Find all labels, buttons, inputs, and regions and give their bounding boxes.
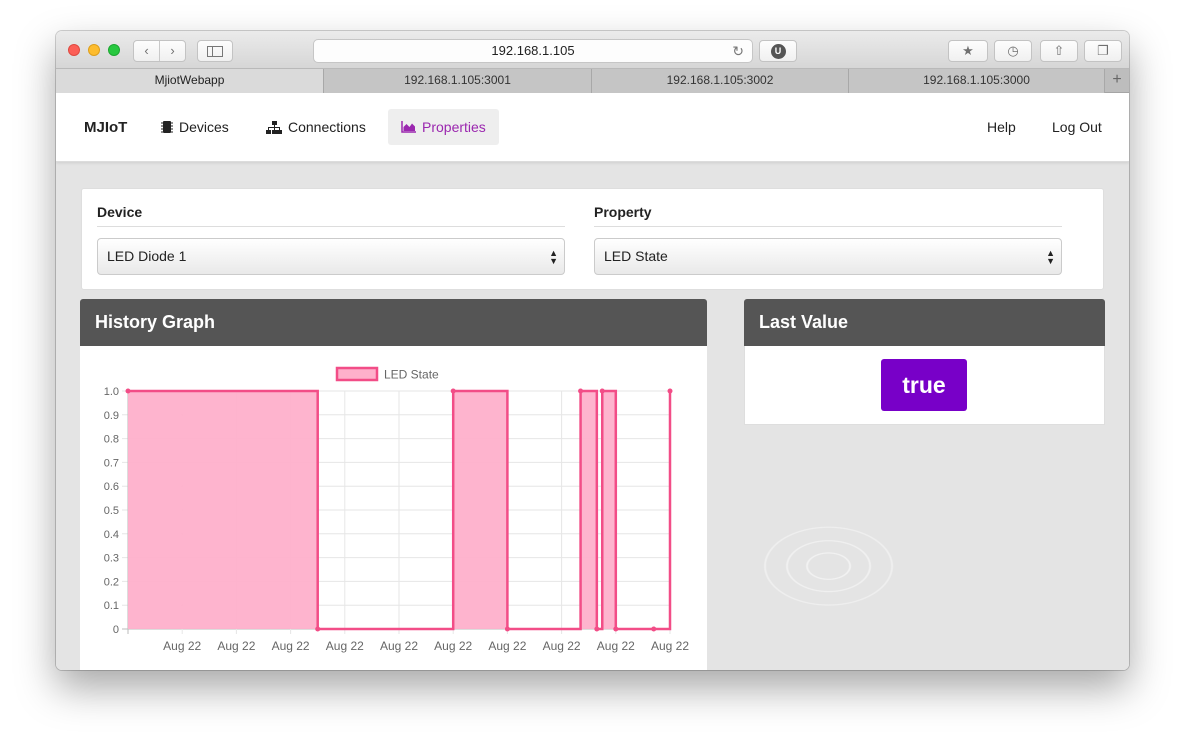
clock-icon: ◷ <box>1007 43 1019 58</box>
browser-tab[interactable]: 192.168.1.105:3001 <box>324 69 592 93</box>
legend-swatch <box>335 366 379 382</box>
y-tick-label: 0.6 <box>104 481 119 493</box>
close-window-button[interactable] <box>68 44 80 56</box>
forward-icon[interactable]: › <box>159 41 185 61</box>
x-tick-label: Aug 22 <box>488 639 526 653</box>
y-tick-label: 0.2 <box>104 576 119 588</box>
zoom-window-button[interactable] <box>108 44 120 56</box>
address-bar[interactable]: 192.168.1.105 ↻ <box>313 39 753 63</box>
device-select[interactable]: LED Diode 1 ▲ ▼ <box>97 238 565 275</box>
x-tick-label: Aug 22 <box>217 639 255 653</box>
nav-devices-label: Devices <box>179 119 229 135</box>
nav-connections[interactable]: Connections <box>253 109 379 145</box>
property-select-value: LED State <box>604 248 668 264</box>
y-tick-label: 0 <box>113 624 119 636</box>
reload-icon[interactable]: ↻ <box>732 40 744 62</box>
data-point <box>613 626 619 632</box>
tabs-icon: ❐ <box>1097 43 1109 58</box>
nav-devices[interactable]: Devices <box>148 109 242 145</box>
data-point <box>594 626 600 632</box>
browser-tab-bar: MjiotWebapp 192.168.1.105:3001 192.168.1… <box>56 69 1129 93</box>
y-tick-label: 0.7 <box>104 457 119 469</box>
data-point <box>578 388 584 394</box>
x-tick-label: Aug 22 <box>434 639 472 653</box>
star-icon: ★ <box>962 43 974 58</box>
brand-logo[interactable]: MJIoT <box>84 119 127 136</box>
property-select[interactable]: LED State ▲ ▼ <box>594 238 1062 275</box>
x-tick-label: Aug 22 <box>163 639 201 653</box>
y-tick-label: 0.3 <box>104 553 119 565</box>
device-select-value: LED Diode 1 <box>107 248 187 264</box>
x-tick-label: Aug 22 <box>543 639 581 653</box>
address-text: 192.168.1.105 <box>491 43 575 58</box>
browser-tab[interactable]: 192.168.1.105:3000 <box>849 69 1105 93</box>
app-navbar: MJIoT Devices Connections Properties Hel… <box>56 93 1129 162</box>
x-tick-label: Aug 22 <box>651 639 689 653</box>
new-tab-icon[interactable]: + <box>1105 69 1129 92</box>
sidebar-icon <box>207 45 223 57</box>
history-graph-header: History Graph <box>80 299 707 346</box>
x-tick-label: Aug 22 <box>272 639 310 653</box>
last-value-header: Last Value <box>744 299 1105 346</box>
data-point <box>315 626 321 632</box>
browser-window: ‹ › 192.168.1.105 ↻ U ★ ◷ ⇧ ❐ MjiotWebap… <box>56 31 1129 670</box>
y-tick-label: 0.9 <box>104 410 119 422</box>
y-tick-label: 0.8 <box>104 434 119 446</box>
nav-logout[interactable]: Log Out <box>1039 109 1115 145</box>
x-tick-label: Aug 22 <box>326 639 364 653</box>
x-tick-label: Aug 22 <box>380 639 418 653</box>
data-point <box>651 626 657 632</box>
extension-button[interactable]: U <box>759 40 797 62</box>
nav-help[interactable]: Help <box>974 109 1029 145</box>
area-chart-icon <box>401 121 416 133</box>
legend-label: LED State <box>384 368 439 382</box>
x-tick-label: Aug 22 <box>597 639 635 653</box>
history-chart: 1.0 0.9 0.8 0.7 0.6 0.5 0.4 0.3 0.2 0.1 0 Aug 22 Aug… <box>104 366 689 653</box>
chip-icon <box>161 120 173 134</box>
y-tick-label: 0.5 <box>104 505 119 517</box>
bookmark-button[interactable]: ★ <box>948 40 988 62</box>
y-tick-label: 0.4 <box>104 529 119 541</box>
last-value-badge: true <box>881 359 967 411</box>
data-point <box>667 388 673 394</box>
history-graph-body: 1.0 0.9 0.8 0.7 0.6 0.5 0.4 0.3 0.2 0.1 0 Aug 22 Aug… <box>80 346 707 670</box>
selector-card: Device LED Diode 1 ▲ ▼ Property LED State… <box>81 188 1104 290</box>
browser-toolbar: ‹ › 192.168.1.105 ↻ U ★ ◷ ⇧ ❐ <box>56 31 1129 69</box>
share-icon: ⇧ <box>1053 43 1065 58</box>
last-value-body: true <box>744 346 1105 425</box>
select-arrows-icon: ▲ ▼ <box>1046 247 1055 266</box>
back-forward-group: ‹ › <box>133 40 186 62</box>
y-tick-label: 1.0 <box>104 386 119 398</box>
page-content: MJIoT Devices Connections Properties Hel… <box>56 93 1129 670</box>
back-icon[interactable]: ‹ <box>134 41 159 61</box>
sitemap-icon <box>266 120 282 134</box>
data-point <box>599 388 605 394</box>
minimize-window-button[interactable] <box>88 44 100 56</box>
extension-u-icon: U <box>770 43 786 59</box>
share-button[interactable]: ⇧ <box>1040 40 1078 62</box>
property-label: Property <box>594 204 1062 227</box>
y-tick-label: 0.1 <box>104 600 119 612</box>
history-button[interactable]: ◷ <box>994 40 1032 62</box>
browser-tab[interactable]: 192.168.1.105:3002 <box>592 69 849 93</box>
tabs-overview-button[interactable]: ❐ <box>1084 40 1122 62</box>
device-label: Device <box>97 204 565 227</box>
data-point <box>125 388 131 394</box>
data-point <box>504 626 510 632</box>
nav-properties[interactable]: Properties <box>388 109 499 145</box>
nav-connections-label: Connections <box>288 119 366 135</box>
data-point <box>450 388 456 394</box>
sidebar-toggle-button[interactable] <box>197 40 233 62</box>
select-arrows-icon: ▲ ▼ <box>549 247 558 266</box>
browser-tab[interactable]: MjiotWebapp <box>56 69 324 93</box>
nav-properties-label: Properties <box>422 119 486 135</box>
